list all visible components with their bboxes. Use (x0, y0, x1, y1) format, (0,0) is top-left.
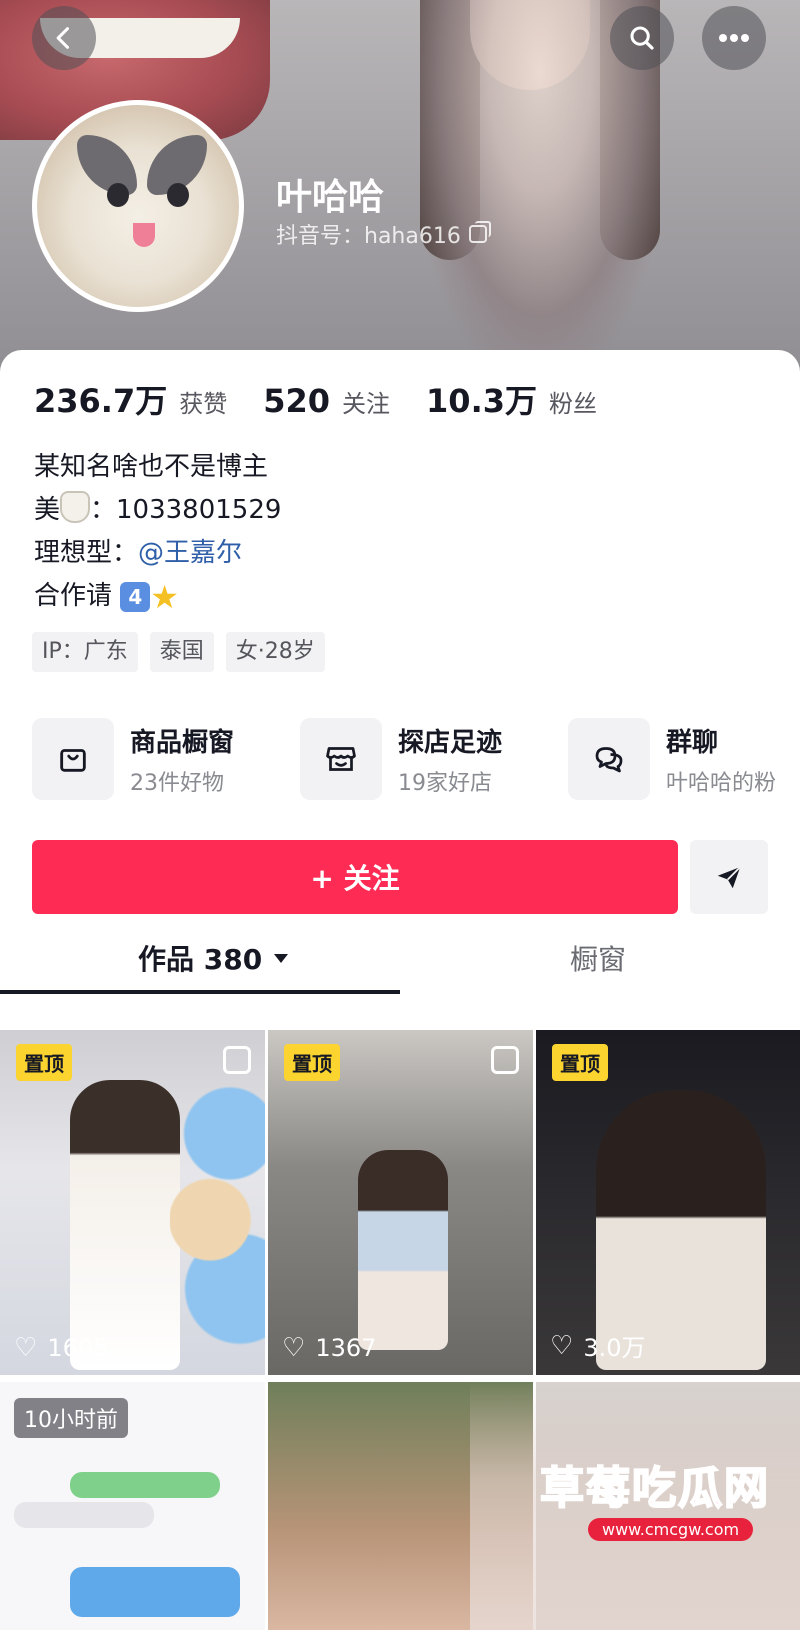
thumbnail-balloons (170, 1030, 265, 1375)
more-dots-icon (719, 34, 749, 42)
star-emoji-icon: ★ (150, 578, 179, 616)
service-showcase[interactable]: 商品橱窗 23件好物 (32, 718, 234, 800)
stats-row: 236.7万 获赞 520 关注 10.3万 粉丝 (34, 376, 597, 422)
pinned-badge: 置顶 (284, 1044, 340, 1081)
service-subtitle: 23件好物 (130, 770, 224, 796)
pinned-badge: 置顶 (16, 1044, 72, 1081)
thumbnail-chat-bubble (70, 1567, 240, 1617)
time-badge: 10小时前 (14, 1398, 128, 1438)
active-tab-indicator (0, 990, 400, 994)
tags-row: IP：广东 泰国 女·28岁 (32, 632, 325, 672)
mention-link[interactable]: @王嘉尔 (138, 538, 242, 568)
video-thumbnail[interactable]: 10小时前 (0, 1382, 265, 1630)
chat-icon (595, 747, 623, 773)
send-icon (717, 866, 741, 889)
stat-value: 236.7万 (34, 382, 168, 420)
stat-likes[interactable]: 236.7万 获赞 (34, 376, 227, 422)
bio-line: 理想型：@王嘉尔 (34, 532, 281, 575)
like-count: ♡ 1605 (14, 1333, 108, 1363)
number-four-emoji-icon: 4 (120, 582, 151, 612)
avatar-cat-ear (77, 135, 137, 195)
content-tabs: 作品 380 橱窗 (0, 924, 800, 994)
like-count: ♡ 1367 (282, 1333, 376, 1363)
like-count-value: 1605 (47, 1334, 109, 1362)
thumbnail-chat-bubble (70, 1472, 220, 1498)
bio-text: ：1033801529 (90, 495, 282, 525)
service-title: 商品橱窗 (130, 727, 235, 758)
follow-button[interactable]: + 关注 (32, 840, 678, 914)
stat-following[interactable]: 520 关注 (263, 382, 390, 420)
search-button[interactable] (610, 6, 674, 70)
bio-text: 理想型： (34, 538, 139, 568)
multi-image-icon (223, 1046, 251, 1074)
avatar[interactable] (32, 100, 244, 312)
back-arrow-icon (56, 27, 70, 49)
stat-label: 获赞 (179, 390, 228, 418)
tag-gender-age: 女·28岁 (225, 632, 325, 672)
douyin-id[interactable]: 抖音号：haha616 (276, 218, 491, 250)
tag-location: 泰国 (149, 632, 214, 672)
avatar-cat-tongue (133, 223, 155, 247)
tooth-emoji-icon (60, 491, 91, 523)
service-group-chat[interactable]: 群聊 叶哈哈的粉 (568, 718, 776, 800)
stat-value: 10.3万 (426, 382, 537, 420)
share-button[interactable] (690, 840, 768, 914)
service-title: 群聊 (666, 727, 719, 758)
thumbnail-chat-bubble (14, 1502, 154, 1528)
stat-label: 关注 (342, 390, 391, 418)
heart-icon: ♡ (282, 1333, 306, 1363)
stat-followers[interactable]: 10.3万 粉丝 (426, 376, 597, 422)
bio-line: 美 ：1033801529 (34, 489, 281, 532)
service-icon-box (32, 718, 114, 800)
heart-icon: ♡ (14, 1333, 38, 1363)
video-thumbnail[interactable]: 置顶 ♡ 1605 (0, 1030, 265, 1375)
like-count: ♡ 3.0万 (550, 1328, 645, 1363)
bio-text: 合作请 (34, 581, 113, 611)
shop-icon (326, 747, 356, 771)
service-title: 探店足迹 (398, 727, 503, 758)
avatar-cat-eye (107, 183, 129, 207)
copy-icon[interactable] (468, 221, 491, 243)
heart-icon: ♡ (550, 1330, 574, 1361)
service-subtitle: 19家好店 (398, 770, 492, 796)
video-thumbnail[interactable]: 置顶 ♡ 1367 (268, 1030, 533, 1375)
service-shop-visits[interactable]: 探店足迹 19家好店 (300, 718, 502, 800)
tag-ip: IP：广东 (32, 632, 138, 672)
profile-cover: 叶哈哈 抖音号：haha616 (0, 0, 800, 380)
thumbnail-figure (358, 1150, 448, 1350)
caret-down-icon (274, 954, 289, 963)
like-count-value: 3.0万 (583, 1334, 646, 1362)
like-count-value: 1367 (315, 1334, 377, 1362)
more-button[interactable] (702, 6, 766, 70)
nickname: 叶哈哈 (276, 177, 385, 218)
service-icon-box (568, 718, 650, 800)
service-subtitle: 叶哈哈的粉 (666, 770, 777, 796)
tab-showcase[interactable]: 橱窗 (570, 938, 626, 978)
services-row: 商品橱窗 23件好物 探店足迹 19家好店 群聊 叶哈哈的粉 (32, 718, 800, 808)
bio-line: 某知名啥也不是博主 (34, 452, 269, 482)
back-button[interactable] (32, 6, 96, 70)
video-thumbnail[interactable]: 置顶 ♡ 3.0万 (536, 1030, 800, 1375)
tab-works-label: 作品 380 (138, 943, 263, 976)
thumbnail-figure (70, 1080, 180, 1370)
multi-image-icon (491, 1046, 519, 1074)
tab-works[interactable]: 作品 380 (138, 938, 290, 978)
stat-value: 520 (263, 382, 331, 420)
bio-text: 美 (34, 495, 61, 525)
watermark-logo: 草莓吃瓜网 (539, 1462, 770, 1515)
bio-line: 合作请 4 ★ (34, 575, 281, 619)
follow-label: + 关注 (310, 862, 400, 895)
douyin-id-text: 抖音号：haha616 (276, 224, 461, 249)
avatar-cat-eye (167, 183, 189, 207)
watermark-url: www.cmcgw.com (588, 1518, 754, 1541)
pinned-badge: 置顶 (552, 1044, 608, 1081)
search-icon (630, 26, 654, 50)
bio: 某知名啥也不是博主 美 ：1033801529 理想型：@王嘉尔 合作请 4 ★ (34, 446, 281, 619)
stat-label: 粉丝 (549, 390, 597, 418)
service-icon-box (300, 718, 382, 800)
bag-icon (60, 749, 86, 772)
